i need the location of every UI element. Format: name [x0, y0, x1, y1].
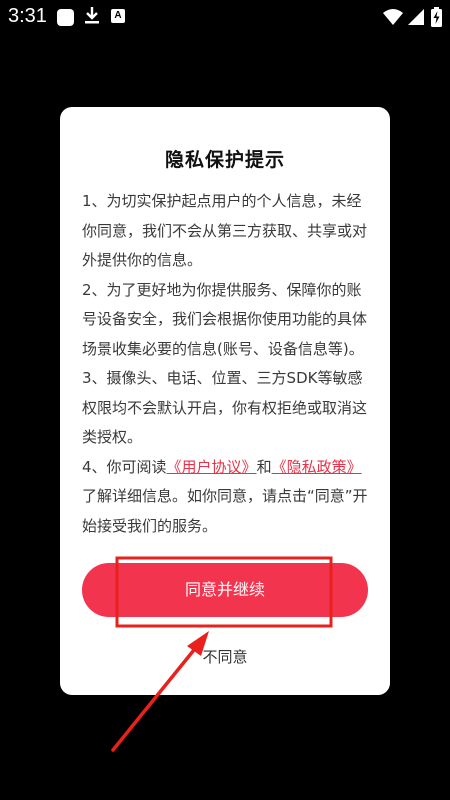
dialog-title: 隐私保护提示 [164, 149, 285, 171]
download-icon [84, 6, 100, 30]
agree-continue-button[interactable]: 同意并继续 [82, 563, 368, 617]
privacy-paragraph-4: 4、你可阅读《用户协议》和《隐私政策》了解详细信息。如你同意，请点击“同意”开始… [82, 453, 370, 542]
wifi-icon [382, 8, 404, 30]
status-bar: 3:31 A [0, 0, 450, 36]
app-notification-icon [57, 9, 74, 26]
privacy-paragraph-1: 1、为切实保护起点用户的个人信息，未经你同意，我们不会从第三方获取、共享或对外提… [82, 192, 368, 269]
privacy-dialog: 隐私保护提示 1、为切实保护起点用户的个人信息，未经你同意，我们不会从第三方获取… [60, 107, 390, 695]
status-time: 3:31 [8, 5, 47, 27]
signal-icon [407, 8, 425, 30]
a-icon: A [111, 9, 125, 23]
privacy-paragraph-3: 3、摄像头、电话、位置、三方SDK等敏感权限均不会默认开启，你有权拒绝或取消这类… [82, 369, 368, 446]
paragraph-4-prefix: 4、你可阅读 [82, 457, 167, 476]
disagree-button[interactable]: 不同意 [60, 646, 390, 667]
paragraph-4-suffix: 了解详细信息。如你同意，请点击“同意”开始接受我们的服务。 [82, 487, 368, 535]
privacy-policy-link[interactable]: 《隐私政策》 [272, 458, 362, 476]
dialog-body: 1、为切实保护起点用户的个人信息，未经你同意，我们不会从第三方获取、共享或对外提… [82, 187, 370, 541]
battery-charging-icon [431, 7, 442, 31]
user-agreement-link[interactable]: 《用户协议》 [167, 458, 257, 476]
paragraph-4-and: 和 [256, 457, 272, 476]
privacy-paragraph-2: 2、为了更好地为你提供服务、保障你的账号设备安全，我们会根据你使用功能的具体场景… [82, 280, 368, 358]
